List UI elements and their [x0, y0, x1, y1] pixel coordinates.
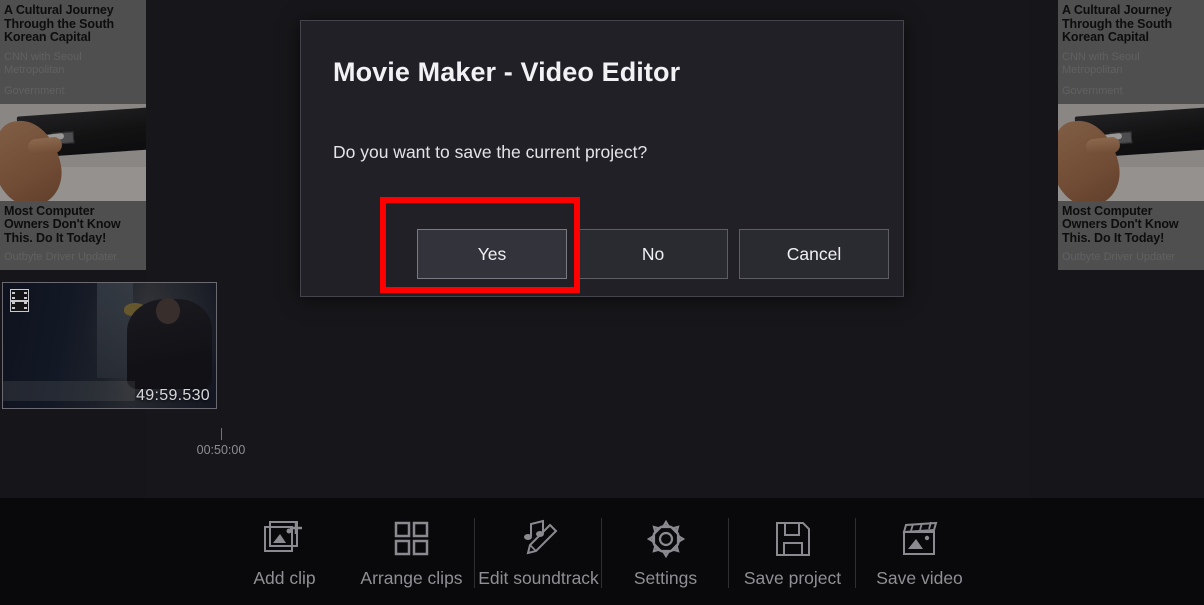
no-button[interactable]: No: [578, 229, 728, 279]
toolbar-label: Save video: [876, 568, 963, 588]
toolbar-label: Add clip: [253, 568, 316, 588]
ad-source-line2: Government: [4, 84, 65, 97]
ad-headline: Most Computer Owners Don't Know This. Do…: [4, 203, 121, 245]
dialog-button-row: Yes No Cancel: [301, 229, 905, 279]
toolbar-label: Save project: [743, 568, 842, 588]
timeline-marker: 00:50:00: [196, 428, 246, 457]
ad-source: Outbyte Driver Updater: [1062, 251, 1176, 263]
toolbar-label: Edit soundtrack: [478, 568, 599, 588]
dialog-title: Movie Maker - Video Editor: [333, 57, 681, 87]
ad-headline: A Cultural Journey Through the South Kor…: [1062, 3, 1173, 44]
ad-photo-laptop-cable: [1058, 103, 1204, 201]
ad-photo-laptop-cable: [0, 103, 146, 201]
ad-source: Outbyte Driver Updater: [4, 251, 118, 263]
add-image-icon: [263, 516, 306, 562]
toolbar-label: Arrange clips: [360, 568, 463, 588]
save-project-dialog: Movie Maker - Video Editor Do you want t…: [300, 20, 904, 297]
ad-panel-left[interactable]: A Cultural Journey Through the South Kor…: [0, 0, 146, 270]
film-strip-icon: [10, 289, 29, 312]
ad-item[interactable]: Most Computer Owners Don't Know This. Do…: [0, 200, 146, 270]
ad-source: CNN with Seoul Metropolitan: [4, 50, 82, 76]
toolbar-item-edit-soundtrack[interactable]: Edit soundtrack: [474, 516, 602, 589]
toolbar-item-settings[interactable]: Settings: [601, 516, 729, 589]
clip-duration: 49:59.530: [136, 387, 210, 404]
ad-text: Most Computer Owners Don't Know This. Do…: [0, 200, 146, 270]
grid-icon: [392, 516, 432, 562]
bottom-toolbar: Add clip Arrange clips Edit soundtrack S…: [0, 498, 1204, 605]
ad-source: CNN with Seoul Metropolitan: [1062, 50, 1140, 76]
timeline-tick: [220, 428, 222, 440]
ad-item[interactable]: A Cultural Journey Through the South Kor…: [1058, 0, 1204, 201]
dialog-message: Do you want to save the current project?: [333, 142, 648, 162]
toolbar-item-add-clip[interactable]: Add clip: [221, 516, 348, 589]
ad-source-line2: Government: [1062, 84, 1123, 97]
ad-item[interactable]: A Cultural Journey Through the South Kor…: [0, 0, 146, 201]
toolbar-item-arrange-clips[interactable]: Arrange clips: [348, 516, 475, 589]
ad-headline: A Cultural Journey Through the South Kor…: [4, 3, 115, 44]
music-pencil-icon: [517, 516, 561, 562]
ad-item[interactable]: Most Computer Owners Don't Know This. Do…: [1058, 200, 1204, 270]
yes-button[interactable]: Yes: [417, 229, 567, 279]
timeline-clip[interactable]: 49:59.530: [2, 282, 217, 409]
cancel-button[interactable]: Cancel: [739, 229, 889, 279]
gear-icon: [645, 516, 687, 562]
ad-panel-right[interactable]: A Cultural Journey Through the South Kor…: [1058, 0, 1204, 270]
ad-text: A Cultural Journey Through the South Kor…: [1058, 0, 1204, 104]
toolbar-item-save-video[interactable]: Save video: [855, 516, 983, 589]
toolbar-label: Settings: [633, 568, 698, 588]
timeline-marker-label: 00:50:00: [196, 443, 246, 457]
ad-text: Most Computer Owners Don't Know This. Do…: [1058, 200, 1204, 270]
clapperboard-icon: [899, 516, 941, 562]
toolbar-item-save-project[interactable]: Save project: [728, 516, 856, 589]
ad-headline: Most Computer Owners Don't Know This. Do…: [1062, 203, 1179, 245]
ad-text: A Cultural Journey Through the South Kor…: [0, 0, 146, 104]
floppy-disk-icon: [773, 516, 813, 562]
movie-maker-window: A Cultural Journey Through the South Kor…: [0, 0, 1204, 605]
